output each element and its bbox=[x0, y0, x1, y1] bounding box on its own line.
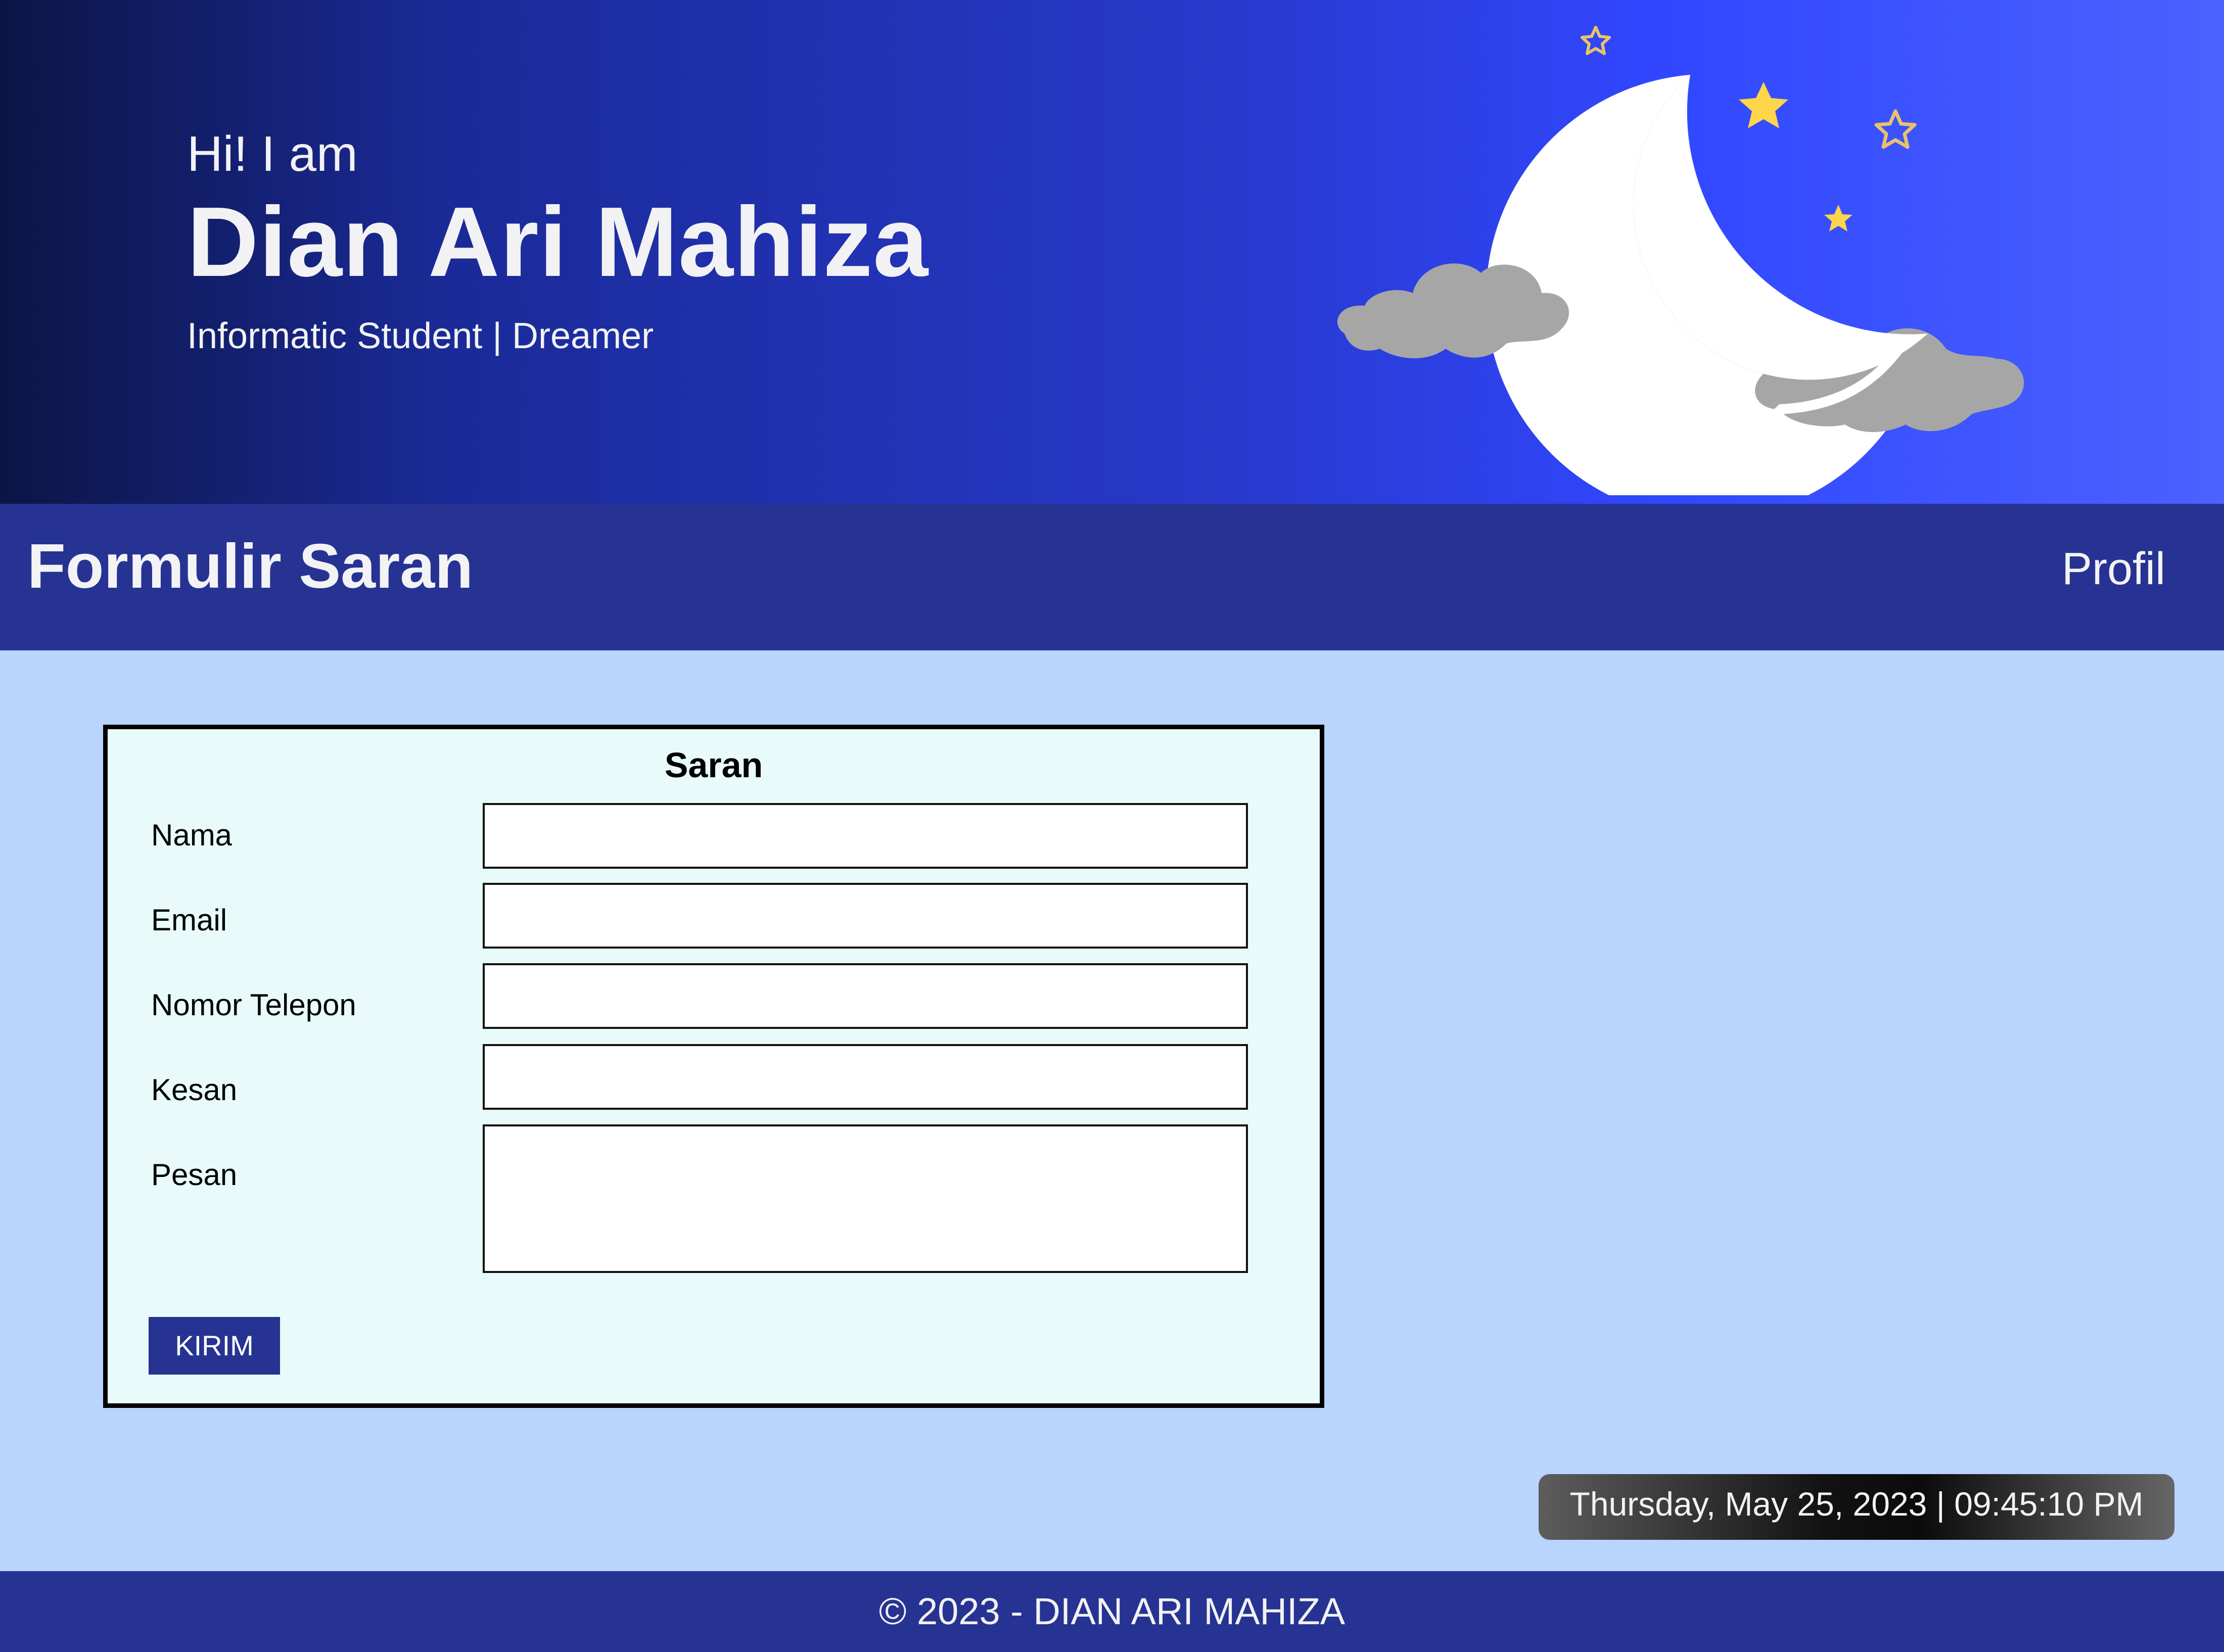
input-nama[interactable] bbox=[483, 803, 1248, 869]
label-pesan: Pesan bbox=[151, 1158, 238, 1192]
hero-name: Dian Ari Mahiza bbox=[187, 186, 929, 297]
label-nomor-telepon: Nomor Telepon bbox=[151, 988, 356, 1022]
hero-subtitle: Informatic Student | Dreamer bbox=[187, 316, 654, 356]
hero-text: Hi! I am Dian Ari Mahiza Informatic Stud… bbox=[187, 129, 929, 354]
star-icon bbox=[1739, 82, 1788, 128]
footer: © 2023 - DIAN ARI MAHIZA bbox=[0, 1571, 2224, 1652]
star-icon bbox=[1581, 26, 1611, 55]
datetime-display: Thursday, May 25, 2023 | 09:45:10 PM bbox=[1539, 1474, 2174, 1540]
input-nomor-telepon[interactable] bbox=[483, 963, 1248, 1029]
nav-link-profil[interactable]: Profil bbox=[2062, 546, 2165, 592]
textarea-pesan[interactable] bbox=[483, 1124, 1248, 1273]
form-heading: Saran bbox=[664, 745, 763, 785]
star-icon bbox=[1874, 109, 1917, 149]
night-sky-illustration bbox=[1337, 26, 2024, 495]
hero-banner: Hi! I am Dian Ari Mahiza Informatic Stud… bbox=[0, 0, 2224, 504]
label-kesan: Kesan bbox=[151, 1073, 238, 1107]
page-title: Formulir Saran bbox=[27, 532, 473, 601]
input-kesan[interactable] bbox=[483, 1044, 1248, 1110]
navbar: Formulir Saran Profil bbox=[0, 504, 2224, 650]
label-nama: Nama bbox=[151, 818, 233, 852]
star-icon bbox=[1824, 205, 1852, 231]
submit-button[interactable]: KIRIM bbox=[149, 1317, 280, 1375]
label-email: Email bbox=[151, 903, 227, 937]
suggestion-form: Saran Nama Email Nomor Telepon Kesan Pes… bbox=[103, 725, 1324, 1408]
input-email[interactable] bbox=[483, 883, 1248, 949]
hero-greeting: Hi! I am bbox=[187, 126, 358, 181]
